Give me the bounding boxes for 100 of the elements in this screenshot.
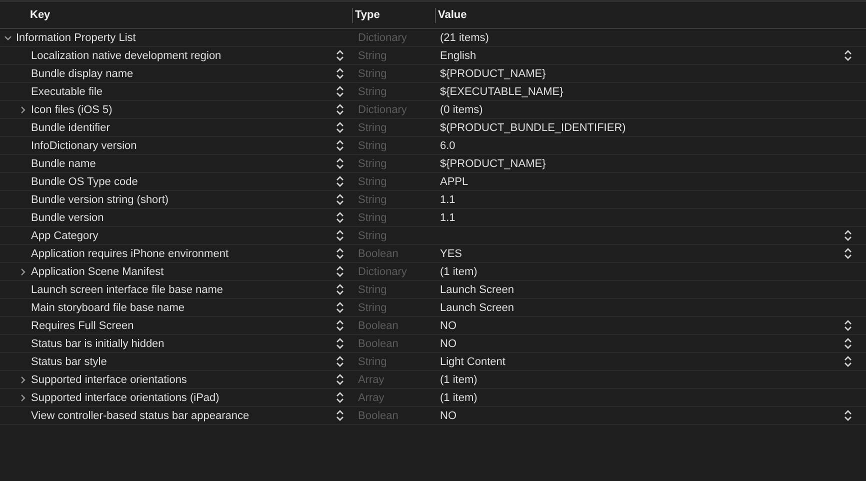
type-text: Dictionary	[358, 266, 407, 278]
value-text: ${EXECUTABLE_NAME}	[440, 86, 564, 98]
chevron-down-icon[interactable]	[4, 34, 12, 42]
stepper-icon[interactable]	[336, 266, 344, 277]
type-text: String	[358, 230, 387, 242]
value-text: ${PRODUCT_NAME}	[440, 68, 546, 80]
key-text: InfoDictionary version	[31, 140, 138, 152]
key-text: Bundle version string (short)	[31, 194, 170, 206]
type-text: String	[358, 284, 387, 296]
stepper-icon[interactable]	[336, 230, 344, 241]
value-text: Launch Screen	[440, 284, 514, 296]
value-text: 6.0	[440, 140, 456, 152]
value-text: APPL	[440, 176, 468, 188]
chevron-right-icon[interactable]	[19, 106, 27, 114]
key-text: Information Property List	[16, 32, 137, 44]
stepper-icon[interactable]	[336, 176, 344, 187]
stepper-icon[interactable]	[336, 68, 344, 79]
stepper-icon[interactable]	[336, 158, 344, 169]
key-text: Bundle OS Type code	[31, 176, 139, 188]
chevron-right-icon[interactable]	[19, 394, 27, 402]
type-text: String	[358, 86, 387, 98]
value-text: ${PRODUCT_NAME}	[440, 158, 546, 170]
key-text: Localization native development region	[31, 50, 222, 62]
value-text: YES	[440, 248, 462, 260]
chevron-right-icon[interactable]	[19, 376, 27, 384]
type-text: Array	[358, 392, 384, 404]
stepper-icon[interactable]	[336, 104, 344, 115]
value-text: (1 item)	[440, 266, 478, 278]
value-text: NO	[440, 320, 456, 332]
value-text: Light Content	[440, 356, 506, 368]
stepper-icon[interactable]	[336, 140, 344, 151]
column-header[interactable]: Type	[355, 8, 380, 22]
type-text: Dictionary	[358, 32, 407, 44]
value-text: (0 items)	[440, 104, 483, 116]
type-text: String	[358, 68, 387, 80]
value-text: $(PRODUCT_BUNDLE_IDENTIFIER)	[440, 122, 626, 134]
column-header[interactable]: Value	[438, 8, 467, 22]
column-header[interactable]: Key	[30, 8, 50, 22]
type-text: String	[358, 122, 387, 134]
value-text: (1 item)	[440, 374, 478, 386]
stepper-icon[interactable]	[336, 248, 344, 259]
key-text: Icon files (iOS 5)	[31, 104, 114, 116]
key-text: Bundle identifier	[31, 122, 111, 134]
type-text: Boolean	[358, 248, 398, 260]
stepper-icon[interactable]	[336, 320, 344, 331]
key-text: View controller-based status bar appearance	[31, 410, 250, 422]
stepper-icon[interactable]	[336, 338, 344, 349]
stepper-icon[interactable]	[336, 356, 344, 367]
value-text: NO	[440, 338, 456, 350]
popup-arrows-icon[interactable]	[844, 230, 852, 241]
type-text: String	[358, 356, 387, 368]
key-text: Supported interface orientations (iPad)	[31, 392, 220, 404]
key-text: Status bar is initially hidden	[31, 338, 166, 350]
type-text: String	[358, 212, 387, 224]
value-text: 1.1	[440, 212, 456, 224]
type-text: String	[358, 302, 387, 314]
type-text: String	[358, 50, 387, 62]
type-text: String	[358, 176, 387, 188]
stepper-icon[interactable]	[336, 50, 344, 61]
value-text: (1 item)	[440, 392, 478, 404]
popup-arrows-icon[interactable]	[844, 50, 852, 61]
popup-arrows-icon[interactable]	[844, 248, 852, 259]
type-text: Boolean	[358, 320, 398, 332]
type-text: Boolean	[358, 338, 398, 350]
value-text: English	[440, 50, 476, 62]
popup-arrows-icon[interactable]	[844, 356, 852, 367]
type-text: String	[358, 140, 387, 152]
key-text: Bundle version	[31, 212, 105, 224]
key-text: Requires Full Screen	[31, 320, 135, 332]
key-text: Application Scene Manifest	[31, 266, 165, 278]
stepper-icon[interactable]	[336, 86, 344, 97]
stepper-icon[interactable]	[336, 374, 344, 385]
value-text: 1.1	[440, 194, 456, 206]
key-text: Supported interface orientations	[31, 374, 188, 386]
value-text: Launch Screen	[440, 302, 514, 314]
stepper-icon[interactable]	[336, 410, 344, 421]
key-text: Application requires iPhone environment	[31, 248, 230, 260]
popup-arrows-icon[interactable]	[844, 320, 852, 331]
stepper-icon[interactable]	[336, 194, 344, 205]
stepper-icon[interactable]	[336, 392, 344, 403]
stepper-icon[interactable]	[336, 122, 344, 133]
stepper-icon[interactable]	[336, 284, 344, 295]
chevron-right-icon[interactable]	[19, 268, 27, 276]
key-text: App Category	[31, 230, 100, 242]
stepper-icon[interactable]	[336, 302, 344, 313]
value-text: NO	[440, 410, 456, 422]
stepper-icon[interactable]	[336, 212, 344, 223]
type-text: Array	[358, 374, 384, 386]
popup-arrows-icon[interactable]	[844, 338, 852, 349]
key-text: Launch screen interface file base name	[31, 284, 224, 296]
key-text: Main storyboard file base name	[31, 302, 186, 314]
key-text: Status bar style	[31, 356, 108, 368]
type-text: String	[358, 194, 387, 206]
type-text: Dictionary	[358, 104, 407, 116]
key-text: Bundle display name	[31, 68, 134, 80]
type-text: String	[358, 158, 387, 170]
type-text: Boolean	[358, 410, 398, 422]
popup-arrows-icon[interactable]	[844, 410, 852, 421]
key-text: Executable file	[31, 86, 104, 98]
key-text: Bundle name	[31, 158, 97, 170]
